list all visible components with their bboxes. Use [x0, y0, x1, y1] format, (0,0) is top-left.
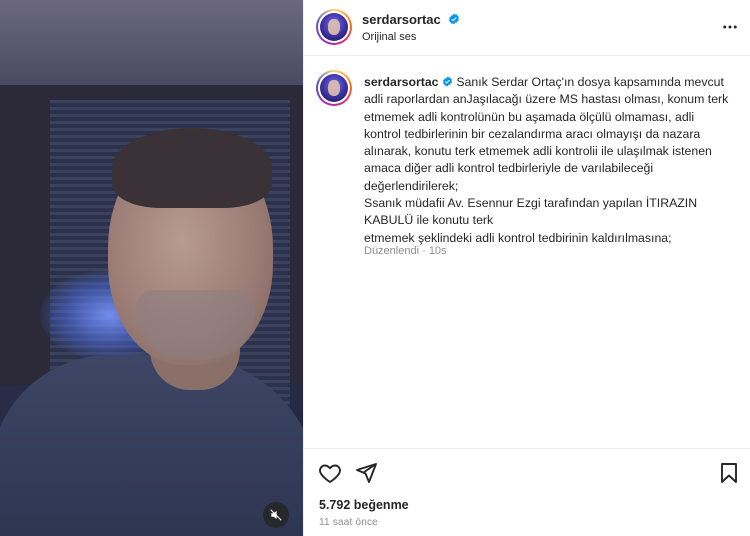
- verified-badge-icon: [442, 76, 452, 87]
- header-avatar[interactable]: [316, 9, 352, 45]
- caption-text-line: KABULÜ ile konutu terk: [364, 213, 494, 228]
- post-time[interactable]: 11 saat önce: [319, 517, 378, 528]
- caption-text-line: amaca diğer adli kontrol tedbirleriyle d…: [364, 161, 654, 176]
- caption-avatar[interactable]: [316, 70, 352, 106]
- heart-icon[interactable]: [318, 461, 342, 485]
- caption-text-line: alınarak, konutu terk etmemek adli kontr…: [364, 144, 712, 159]
- verified-badge-icon: [449, 13, 459, 25]
- instagram-post-view: serdarsortac Orijinal ses serdarsortac S…: [0, 0, 750, 536]
- header-username[interactable]: serdarsortac: [362, 12, 441, 27]
- bookmark-icon[interactable]: [717, 461, 741, 485]
- caption-text-line: Sanık Serdar Ortaç'ın dosya kapsamında m…: [456, 75, 724, 89]
- mute-toggle-button[interactable]: [263, 502, 289, 528]
- caption-text-line: Ssanık müdafii Av. Esennur Ezgi tarafınd…: [364, 196, 698, 211]
- post-actions-bar: 5.792 beğenme 11 saat önce: [304, 448, 750, 536]
- more-options-icon[interactable]: [721, 18, 739, 36]
- video-person-shirt: [0, 355, 303, 536]
- post-header: serdarsortac Orijinal ses: [304, 0, 750, 56]
- edited-timestamp: Düzenlendi · 10s: [364, 245, 447, 257]
- caption-line-1: serdarsortac Sanık Serdar Ortaç'ın dosya…: [364, 74, 742, 91]
- likes-count[interactable]: 5.792 beğenme: [319, 498, 409, 512]
- post-info-panel: serdarsortac Orijinal ses serdarsortac S…: [303, 0, 750, 536]
- send-icon[interactable]: [354, 461, 378, 485]
- post-caption: serdarsortac Sanık Serdar Ortaç'ın dosya…: [364, 74, 742, 247]
- caption-text-line: kontrol tedbirlerinin bir cezalandırma a…: [364, 126, 701, 141]
- caption-username[interactable]: serdarsortac: [364, 75, 439, 89]
- caption-text-line: etmemek adli kontrolünün bu aşamada ölçü…: [364, 109, 695, 124]
- video-person-hair: [112, 128, 272, 208]
- caption-text-line: değerlendirilerek;: [364, 178, 459, 193]
- audio-label[interactable]: Orijinal ses: [362, 31, 416, 43]
- caption-text-line: adli raporlardan anJaşılacağı üzere MS h…: [364, 92, 729, 107]
- video-ceiling-area: [0, 0, 303, 90]
- post-video[interactable]: [0, 0, 303, 536]
- muted-speaker-icon: [270, 509, 282, 521]
